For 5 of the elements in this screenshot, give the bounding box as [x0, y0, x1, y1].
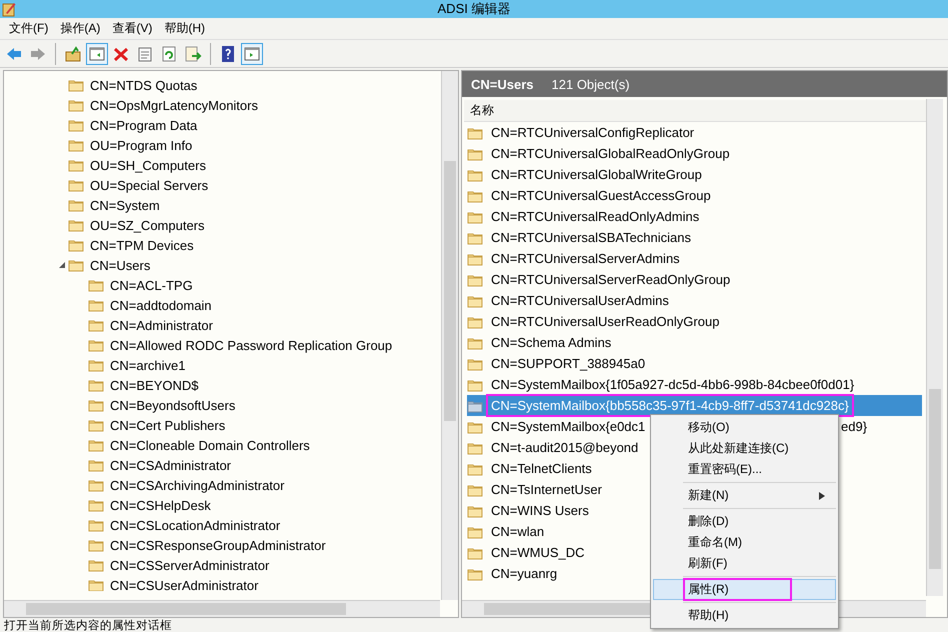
window-title: ADSI 编辑器 [438, 1, 510, 16]
object-count: 121 Object(s) [552, 76, 630, 92]
container-name: CN=Users [471, 76, 534, 92]
status-text: 打开当前所选内容的属性对话框 [3, 619, 172, 632]
list-item-fragment: ed9} [841, 419, 868, 434]
